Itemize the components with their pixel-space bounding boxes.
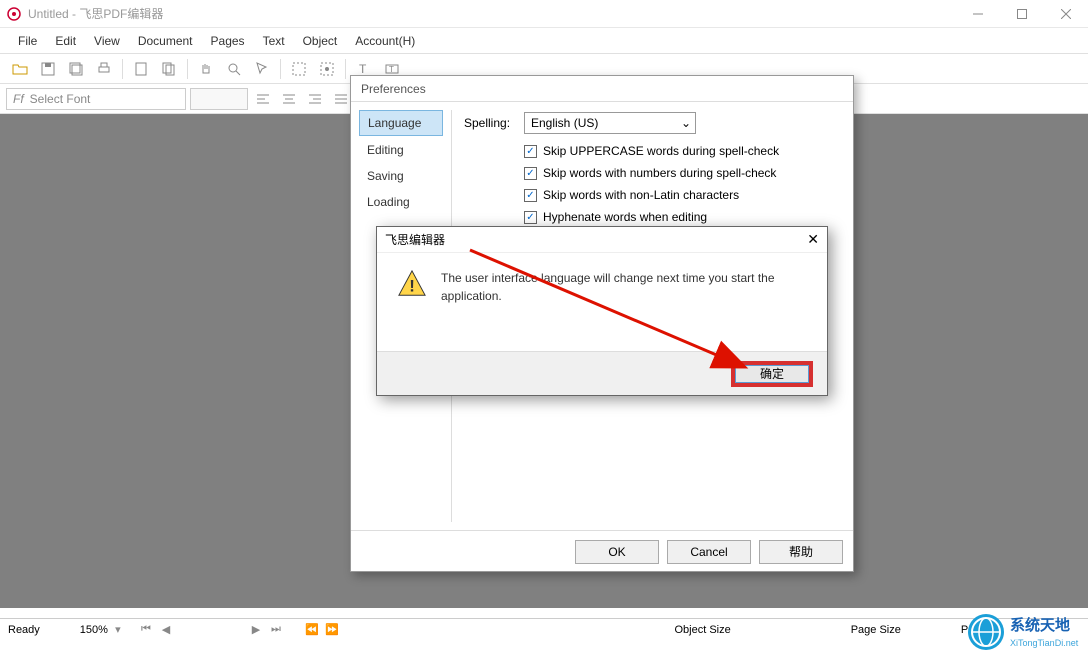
menu-edit[interactable]: Edit — [47, 30, 84, 52]
titlebar: Untitled - 飞思PDF编辑器 — [0, 0, 1088, 28]
check-nonlatin[interactable]: ✓Skip words with non-Latin characters — [524, 188, 841, 202]
menu-pages[interactable]: Pages — [203, 30, 253, 52]
alert-dialog: 飞思编辑器 ✕ ! The user interface language wi… — [376, 226, 828, 396]
minimize-button[interactable] — [956, 0, 1000, 28]
status-object-size: Object Size — [674, 624, 730, 636]
undo-nav-icon[interactable]: ⏪ — [303, 622, 321, 638]
spelling-select[interactable]: English (US) ⌄ — [524, 112, 696, 134]
nav-language[interactable]: Language — [359, 110, 443, 136]
zoom-dropdown-icon[interactable]: ▾ — [109, 622, 127, 638]
status-preview: Preview — [961, 624, 1000, 636]
hand-icon[interactable] — [194, 57, 218, 81]
preferences-title: Preferences — [351, 76, 853, 102]
align-justify-icon[interactable] — [330, 88, 352, 110]
menu-file[interactable]: File — [10, 30, 45, 52]
statusbar: Ready 150% ▾ ⏮ ◀ ▶ ⏭ ⏪ ⏩ Object Size Pag… — [0, 618, 1088, 640]
svg-text:T: T — [359, 62, 367, 76]
first-page-icon[interactable]: ⏮ — [137, 622, 155, 638]
pages-icon[interactable] — [157, 57, 181, 81]
nav-saving[interactable]: Saving — [359, 164, 443, 188]
status-ready: Ready — [8, 624, 40, 636]
print-icon[interactable] — [92, 57, 116, 81]
svg-text:!: ! — [409, 277, 415, 296]
select-icon[interactable] — [287, 57, 311, 81]
font-placeholder: Select Font — [30, 92, 91, 106]
alert-ok-button[interactable]: 确定 — [731, 361, 813, 387]
last-page-icon[interactable]: ⏭ — [267, 622, 285, 638]
align-center-icon[interactable] — [278, 88, 300, 110]
app-icon — [6, 6, 22, 22]
saveas-icon[interactable] — [64, 57, 88, 81]
check-uppercase-label: Skip UPPERCASE words during spell-check — [543, 144, 779, 158]
menu-view[interactable]: View — [86, 30, 128, 52]
next-page-icon[interactable]: ▶ — [247, 622, 265, 638]
spelling-value: English (US) — [531, 116, 598, 130]
menu-object[interactable]: Object — [295, 30, 346, 52]
check-hyphenate-label: Hyphenate words when editing — [543, 210, 707, 224]
maximize-button[interactable] — [1000, 0, 1044, 28]
status-zoom[interactable]: 150% — [80, 624, 108, 636]
spelling-label: Spelling: — [464, 116, 524, 130]
check-numbers-label: Skip words with numbers during spell-che… — [543, 166, 776, 180]
open-icon[interactable] — [8, 57, 32, 81]
page-icon[interactable] — [129, 57, 153, 81]
svg-text:T: T — [389, 65, 394, 74]
warning-icon: ! — [397, 269, 427, 299]
redo-nav-icon[interactable]: ⏩ — [323, 622, 341, 638]
align-left-icon[interactable] — [252, 88, 274, 110]
chevron-down-icon: ⌄ — [681, 116, 691, 130]
zoom-icon[interactable] — [222, 57, 246, 81]
alert-title: 飞思编辑器 — [385, 231, 445, 248]
save-icon[interactable] — [36, 57, 60, 81]
check-numbers[interactable]: ✓Skip words with numbers during spell-ch… — [524, 166, 841, 180]
pref-help-button[interactable]: 帮助 — [759, 540, 843, 564]
menu-document[interactable]: Document — [130, 30, 201, 52]
pref-ok-button[interactable]: OK — [575, 540, 659, 564]
menu-account[interactable]: Account(H) — [347, 30, 423, 52]
align-right-icon[interactable] — [304, 88, 326, 110]
check-nonlatin-label: Skip words with non-Latin characters — [543, 188, 739, 202]
prev-page-icon[interactable]: ◀ — [157, 622, 175, 638]
menubar: File Edit View Document Pages Text Objec… — [0, 28, 1088, 54]
menu-text[interactable]: Text — [255, 30, 293, 52]
check-hyphenate[interactable]: ✓Hyphenate words when editing — [524, 210, 841, 224]
pref-cancel-button[interactable]: Cancel — [667, 540, 751, 564]
select2-icon[interactable] — [315, 57, 339, 81]
window-title: Untitled - 飞思PDF编辑器 — [28, 5, 956, 22]
font-size-select[interactable] — [190, 88, 248, 110]
status-page-size: Page Size — [851, 624, 901, 636]
pointer-icon[interactable] — [250, 57, 274, 81]
alert-message: The user interface language will change … — [441, 269, 807, 305]
check-uppercase[interactable]: ✓Skip UPPERCASE words during spell-check — [524, 144, 841, 158]
nav-loading[interactable]: Loading — [359, 190, 443, 214]
nav-editing[interactable]: Editing — [359, 138, 443, 162]
alert-close-button[interactable]: ✕ — [807, 231, 819, 248]
font-select[interactable]: Ff Select Font — [6, 88, 186, 110]
close-button[interactable] — [1044, 0, 1088, 28]
font-family-icon: Ff — [13, 92, 24, 106]
